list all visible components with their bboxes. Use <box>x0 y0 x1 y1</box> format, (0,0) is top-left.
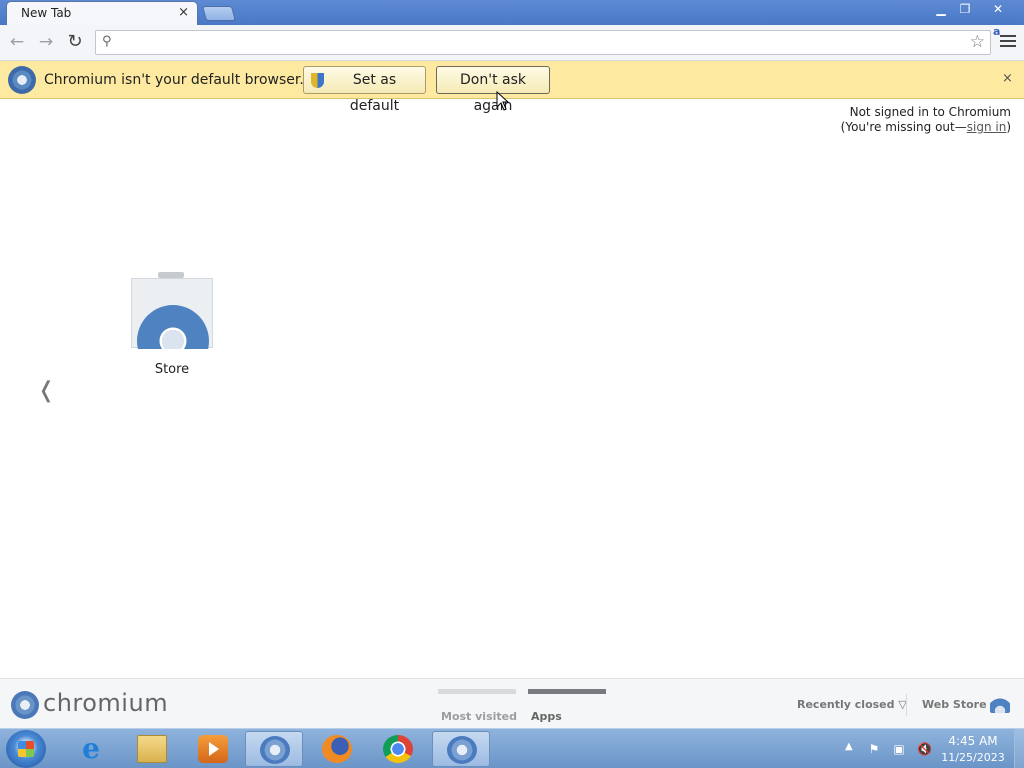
folder-icon <box>137 735 167 763</box>
sign-in-link[interactable]: sign in <box>967 120 1007 134</box>
store-icon <box>131 278 213 349</box>
mouse-cursor-icon <box>496 91 510 111</box>
firefox-icon <box>322 735 352 763</box>
chromium-logo-icon <box>11 691 39 719</box>
store-app-tile[interactable] <box>131 270 213 350</box>
action-center-flag-icon[interactable]: ⚑ <box>867 742 881 756</box>
signin-prefix: (You're missing out— <box>840 120 967 134</box>
dont-ask-again-button[interactable]: Don't ask again <box>436 66 550 114</box>
chromium-logo-icon <box>8 66 36 94</box>
web-store-link[interactable]: Web Store <box>922 698 987 711</box>
network-icon[interactable]: ▣ <box>892 742 906 756</box>
infobar-close-icon[interactable]: × <box>1002 71 1013 86</box>
web-store-icon[interactable] <box>990 693 1010 713</box>
signin-status: Not signed in to Chromium <box>849 105 1011 119</box>
close-window-button[interactable]: ✕ <box>980 0 1016 19</box>
chromium-icon <box>260 736 290 764</box>
chromium-store-logo <box>137 305 209 349</box>
tab-close-icon[interactable]: × <box>178 5 189 20</box>
windows-logo-icon <box>18 741 34 757</box>
media-player-icon <box>198 735 228 763</box>
signin-prompt: (You're missing out—sign in) <box>841 120 1011 134</box>
footer-divider <box>906 694 907 716</box>
forward-arrow-icon[interactable]: → <box>35 32 57 54</box>
infobar-message: Chromium isn't your default browser. <box>44 72 304 88</box>
windows-taskbar: e ▲ ⚑ ▣ 🔇 4:45 AM 11/25/2023 <box>0 728 1024 768</box>
minimize-button[interactable]: ▁ <box>928 0 954 19</box>
uac-shield-icon <box>311 73 324 88</box>
new-tab-button[interactable] <box>201 6 237 21</box>
previous-page-chevron-icon[interactable]: ❬ <box>37 378 55 403</box>
tray-overflow-arrow-icon[interactable]: ▲ <box>845 741 853 752</box>
clock-date[interactable]: 11/25/2023 <box>940 751 1006 764</box>
browser-toolbar: ← → ↻ ⚲ ☆ a <box>0 25 1024 61</box>
taskbar-chromium[interactable] <box>245 731 303 767</box>
volume-muted-icon[interactable]: 🔇 <box>917 742 932 756</box>
set-as-default-label: Set as default <box>349 72 400 114</box>
search-icon: ⚲ <box>102 34 112 49</box>
show-desktop-button[interactable] <box>1014 729 1024 768</box>
address-input[interactable] <box>120 33 960 52</box>
taskbar-chrome[interactable] <box>369 731 427 767</box>
omnibox[interactable]: ⚲ ☆ <box>95 30 991 55</box>
maximize-button[interactable]: ❐ <box>952 0 978 19</box>
chromium-icon <box>447 736 477 764</box>
brand-wordmark: chromium <box>43 689 169 717</box>
clock-time[interactable]: 4:45 AM <box>940 734 1006 748</box>
ntp-footer: chromium Most visited Apps Recently clos… <box>0 678 1024 728</box>
taskbar-media-player[interactable] <box>184 731 242 767</box>
taskbar-chromium-2[interactable] <box>432 731 490 767</box>
tab-most-visited-label: Most visited <box>441 710 517 723</box>
set-as-default-button[interactable]: Set as default <box>303 66 426 114</box>
back-arrow-icon[interactable]: ← <box>6 32 28 54</box>
chrome-icon <box>383 735 413 763</box>
start-button[interactable] <box>6 730 46 768</box>
tab-new-tab[interactable]: New Tab × <box>6 1 198 25</box>
taskbar-internet-explorer[interactable]: e <box>62 731 120 767</box>
store-app-label[interactable]: Store <box>131 362 213 377</box>
reload-icon[interactable]: ↻ <box>64 32 86 54</box>
internet-explorer-icon: e <box>82 732 100 765</box>
taskbar-windows-explorer[interactable] <box>123 731 181 767</box>
default-browser-infobar: Chromium isn't your default browser. Set… <box>0 61 1024 114</box>
tab-indicator <box>438 689 516 694</box>
taskbar-firefox[interactable] <box>308 731 366 767</box>
menu-icon[interactable] <box>1000 35 1016 51</box>
title-bar: New Tab × ▁ ❐ ✕ <box>0 0 1024 25</box>
signin-suffix: ) <box>1006 120 1011 134</box>
tab-indicator <box>528 689 606 694</box>
tab-title: New Tab <box>21 6 72 20</box>
tab-apps-label: Apps <box>531 710 562 723</box>
bookmark-star-icon[interactable]: ☆ <box>970 32 985 52</box>
recently-closed-menu[interactable]: Recently closed ▽ <box>797 698 907 711</box>
